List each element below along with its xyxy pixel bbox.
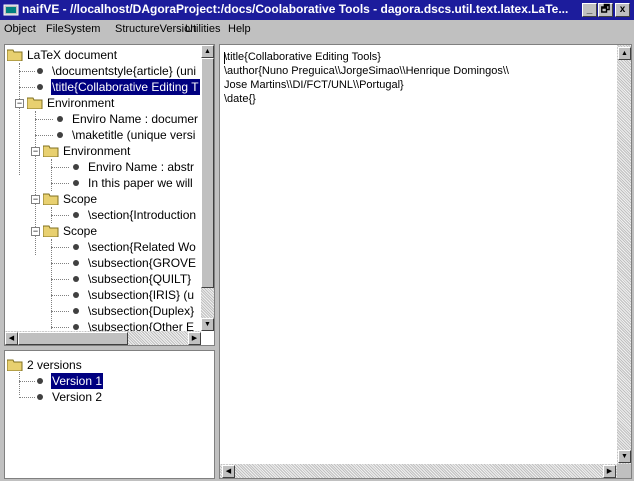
scroll-down-arrow-icon[interactable]: ▼	[201, 318, 214, 331]
tree-node-subsection-duplex[interactable]: \subsection{Duplex}	[5, 303, 201, 319]
tree-node-enviro-name-abstract[interactable]: Enviro Name : abstr	[5, 159, 201, 175]
window-title: naifVE - //localhost/DAgoraProject:/docs…	[22, 2, 569, 16]
tree-hscroll-thumb[interactable]	[18, 332, 128, 345]
tree-scroll-thumb[interactable]	[201, 58, 214, 288]
editor-horizontal-scrollbar[interactable]	[220, 464, 617, 478]
tree-node-documentstyle[interactable]: \documentstyle{article} (uni	[5, 63, 201, 79]
menu-object[interactable]: Object	[4, 23, 36, 35]
scroll-left-arrow-icon[interactable]: ◀	[222, 465, 235, 478]
version-item[interactable]: Version 1	[5, 373, 205, 389]
tree-node-scope[interactable]: − Scope	[5, 223, 201, 239]
versions-pane[interactable]: 2 versions Version 1 Version 2	[4, 350, 215, 479]
leaf-bullet-icon	[73, 260, 79, 266]
leaf-bullet-icon	[73, 244, 79, 250]
text-cursor	[224, 52, 225, 64]
folder-open-icon	[43, 193, 59, 205]
title-bar[interactable]: naifVE - //localhost/DAgoraProject:/docs…	[0, 0, 634, 20]
folder-open-icon	[27, 97, 43, 109]
editor-line[interactable]: \title{Collaborative Editing Tools}	[224, 51, 381, 64]
minimize-button[interactable]: _	[582, 3, 597, 17]
leaf-bullet-icon	[73, 164, 79, 170]
editor-line[interactable]: Jose Martins\\DI/FCT/UNL\\Portugal}	[224, 79, 404, 92]
leaf-bullet-icon	[37, 378, 43, 384]
text-editor[interactable]: \title{Collaborative Editing Tools} \aut…	[219, 44, 632, 479]
folder-open-icon	[7, 49, 23, 61]
menu-help[interactable]: Help	[228, 23, 251, 35]
collapse-icon[interactable]: −	[31, 195, 40, 204]
leaf-bullet-icon	[73, 324, 79, 330]
editor-vertical-scrollbar[interactable]	[617, 45, 631, 464]
app-icon	[3, 4, 19, 16]
editor-line[interactable]: \date{}	[224, 93, 256, 106]
scroll-down-arrow-icon[interactable]: ▼	[618, 450, 631, 463]
leaf-bullet-icon	[73, 212, 79, 218]
leaf-bullet-icon	[37, 84, 43, 90]
tree-node-section-introduction[interactable]: \section{Introduction	[5, 207, 201, 223]
leaf-bullet-icon	[37, 394, 43, 400]
folder-open-icon	[43, 145, 59, 157]
scroll-up-arrow-icon[interactable]: ▲	[618, 47, 631, 60]
scrollbar-corner	[617, 464, 631, 478]
scroll-right-arrow-icon[interactable]: ▶	[188, 332, 201, 345]
tree-node-section-related-work[interactable]: \section{Related Wo	[5, 239, 201, 255]
tree-node-maketitle[interactable]: \maketitle (unique versi	[5, 127, 201, 143]
folder-open-icon	[7, 359, 23, 371]
collapse-icon[interactable]: −	[31, 147, 40, 156]
scroll-up-arrow-icon[interactable]: ▲	[201, 45, 214, 58]
application-window: naifVE - //localhost/DAgoraProject:/docs…	[0, 0, 634, 481]
editor-line[interactable]: \author{Nuno Preguica\\JorgeSimao\\Henri…	[224, 65, 509, 78]
tree-node-abstract-text[interactable]: In this paper we will	[5, 175, 201, 191]
collapse-icon[interactable]: −	[31, 227, 40, 236]
menu-filesystem[interactable]: FileSystem	[46, 23, 100, 35]
close-button[interactable]: x	[615, 3, 630, 17]
tree-node-subsection-iris[interactable]: \subsection{IRIS} (u	[5, 287, 201, 303]
scroll-left-arrow-icon[interactable]: ◀	[5, 332, 18, 345]
menu-utilities[interactable]: Utilities	[185, 23, 220, 35]
tree-node-latex-document[interactable]: LaTeX document	[5, 47, 201, 63]
scroll-right-arrow-icon[interactable]: ▶	[603, 465, 616, 478]
maximize-button[interactable]: 🗗	[598, 3, 613, 17]
leaf-bullet-icon	[57, 116, 63, 122]
tree-node-subsection-grove[interactable]: \subsection{GROVE	[5, 255, 201, 271]
tree-node-subsection-quilt[interactable]: \subsection{QUILT}	[5, 271, 201, 287]
leaf-bullet-icon	[73, 308, 79, 314]
collapse-icon[interactable]: −	[15, 99, 24, 108]
leaf-bullet-icon	[73, 180, 79, 186]
tree-node-scope[interactable]: − Scope	[5, 191, 201, 207]
tree-node-environment[interactable]: − Environment	[5, 95, 201, 111]
version-item[interactable]: Version 2	[5, 389, 205, 405]
versions-root[interactable]: 2 versions	[5, 357, 205, 373]
structure-tree-pane[interactable]: LaTeX document \documentstyle{article} (…	[4, 44, 215, 346]
tree-node-title[interactable]: \title{Collaborative Editing T	[5, 79, 201, 95]
leaf-bullet-icon	[73, 292, 79, 298]
leaf-bullet-icon	[57, 132, 63, 138]
tree-node-environment[interactable]: − Environment	[5, 143, 201, 159]
leaf-bullet-icon	[73, 276, 79, 282]
folder-open-icon	[43, 225, 59, 237]
menu-bar: Object FileSystem StructureVersion Utili…	[0, 20, 634, 40]
tree-node-enviro-name[interactable]: Enviro Name : documer	[5, 111, 201, 127]
leaf-bullet-icon	[37, 68, 43, 74]
